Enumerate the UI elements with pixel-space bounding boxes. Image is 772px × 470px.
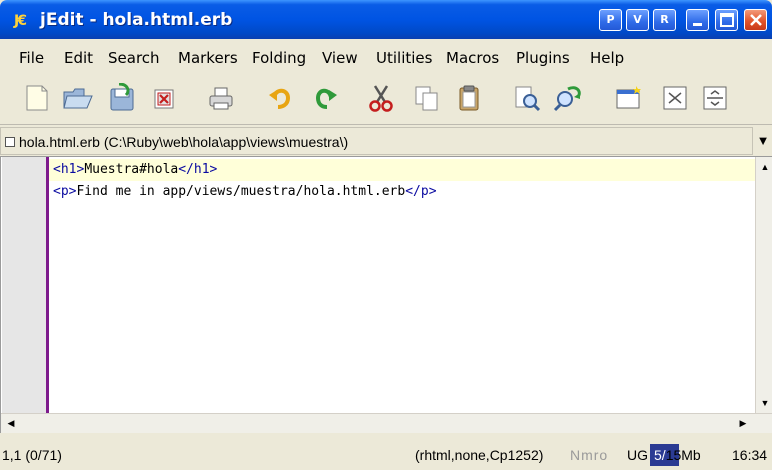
menu-macros[interactable]: Macros <box>446 47 499 69</box>
memory-status[interactable]: 5/15Mb <box>650 444 722 466</box>
minimize-button[interactable] <box>686 9 709 31</box>
tag-close: </p> <box>405 184 437 199</box>
text-editor: <h1>Muestra#hola</h1> <p>Find me in app/… <box>0 156 772 433</box>
maximize-icon <box>719 13 734 27</box>
line-gutter[interactable] <box>2 157 46 413</box>
cut-icon[interactable] <box>366 83 396 113</box>
close-x-icon <box>749 14 762 26</box>
scroll-right-arrow-icon[interactable]: ▶ <box>735 415 751 431</box>
line-text: Find me in app/views/muestra/hola.html.e… <box>76 184 406 199</box>
plugin-v-button[interactable]: V <box>626 9 649 31</box>
buffer-dropdown-arrow-icon[interactable]: ▼ <box>756 131 770 151</box>
buffer-select[interactable]: hola.html.erb (C:\Ruby\web\hola\app\view… <box>0 127 753 155</box>
menu-help[interactable]: Help <box>590 47 624 69</box>
title-bar[interactable]: J€ jEdit - hola.html.erb P V R <box>0 0 772 39</box>
menu-folding[interactable]: Folding <box>252 47 306 69</box>
find-icon[interactable] <box>512 83 542 113</box>
maximize-button[interactable] <box>715 9 738 31</box>
split-vertical-icon[interactable] <box>700 83 730 113</box>
plugin-r-button[interactable]: R <box>653 9 676 31</box>
menu-view[interactable]: View <box>322 47 358 69</box>
menu-edit[interactable]: Edit <box>64 47 93 69</box>
paste-icon[interactable] <box>454 83 484 113</box>
code-line[interactable]: <p>Find me in app/views/muestra/hola.htm… <box>49 181 755 203</box>
split-horizontal-icon[interactable] <box>660 83 690 113</box>
code-line[interactable]: <h1>Muestra#hola</h1> <box>49 159 755 181</box>
plugin-p-button[interactable]: P <box>599 9 622 31</box>
scroll-left-arrow-icon[interactable]: ◀ <box>3 415 19 431</box>
buffer-unsaved-indicator <box>5 137 15 147</box>
menu-bar: File Edit Search Markers Folding View Ut… <box>0 39 772 75</box>
find-replace-icon[interactable] <box>552 83 582 113</box>
new-view-icon[interactable] <box>614 83 644 113</box>
toolbar <box>0 75 772 120</box>
memory-used: 5/ <box>654 447 666 463</box>
tag-open: <h1> <box>53 162 85 177</box>
redo-icon[interactable] <box>310 83 340 113</box>
new-file-icon[interactable] <box>22 83 52 113</box>
window-title: jEdit - hola.html.erb <box>40 10 233 30</box>
menu-file[interactable]: File <box>19 47 44 69</box>
scroll-down-arrow-icon[interactable]: ▼ <box>757 395 772 411</box>
menu-search[interactable]: Search <box>108 47 160 69</box>
menu-utilities[interactable]: Utilities <box>376 47 432 69</box>
clock: 16:34 <box>732 447 768 463</box>
menu-plugins[interactable]: Plugins <box>516 47 570 69</box>
horizontal-scrollbar[interactable]: ◀ ▶ <box>1 413 772 433</box>
close-icon[interactable] <box>150 83 180 113</box>
close-window-button[interactable] <box>744 9 767 31</box>
menu-markers[interactable]: Markers <box>178 47 238 69</box>
scroll-up-arrow-icon[interactable]: ▲ <box>757 159 772 175</box>
status-bar: 1,1 (0/71) (rhtml,none,Cp1252) Nmro UG 5… <box>0 440 772 470</box>
memory-total: 15Mb <box>665 447 701 463</box>
vertical-scrollbar[interactable]: ▲ ▼ <box>755 157 772 413</box>
tag-open: <p> <box>53 184 77 199</box>
save-icon[interactable] <box>106 82 136 113</box>
status-ug[interactable]: UG <box>627 446 648 464</box>
tag-close: </h1> <box>178 162 218 177</box>
buffer-mode-encoding[interactable]: (rhtml,none,Cp1252) <box>415 446 543 464</box>
jedit-app-icon: J€ <box>14 13 27 29</box>
copy-icon[interactable] <box>412 83 442 113</box>
open-file-icon[interactable] <box>62 83 93 113</box>
print-icon[interactable] <box>206 83 236 113</box>
buffer-path: hola.html.erb (C:\Ruby\web\hola\app\view… <box>19 134 349 150</box>
caret-position[interactable]: 1,1 (0/71) <box>2 446 62 464</box>
undo-icon[interactable] <box>266 83 296 113</box>
buffer-switcher: hola.html.erb (C:\Ruby\web\hola\app\view… <box>0 124 772 156</box>
line-text: Muestra#hola <box>84 162 179 177</box>
minimize-icon <box>692 23 702 26</box>
status-flags[interactable]: Nmro <box>570 446 608 464</box>
text-area[interactable]: <h1>Muestra#hola</h1> <p>Find me in app/… <box>49 157 755 413</box>
